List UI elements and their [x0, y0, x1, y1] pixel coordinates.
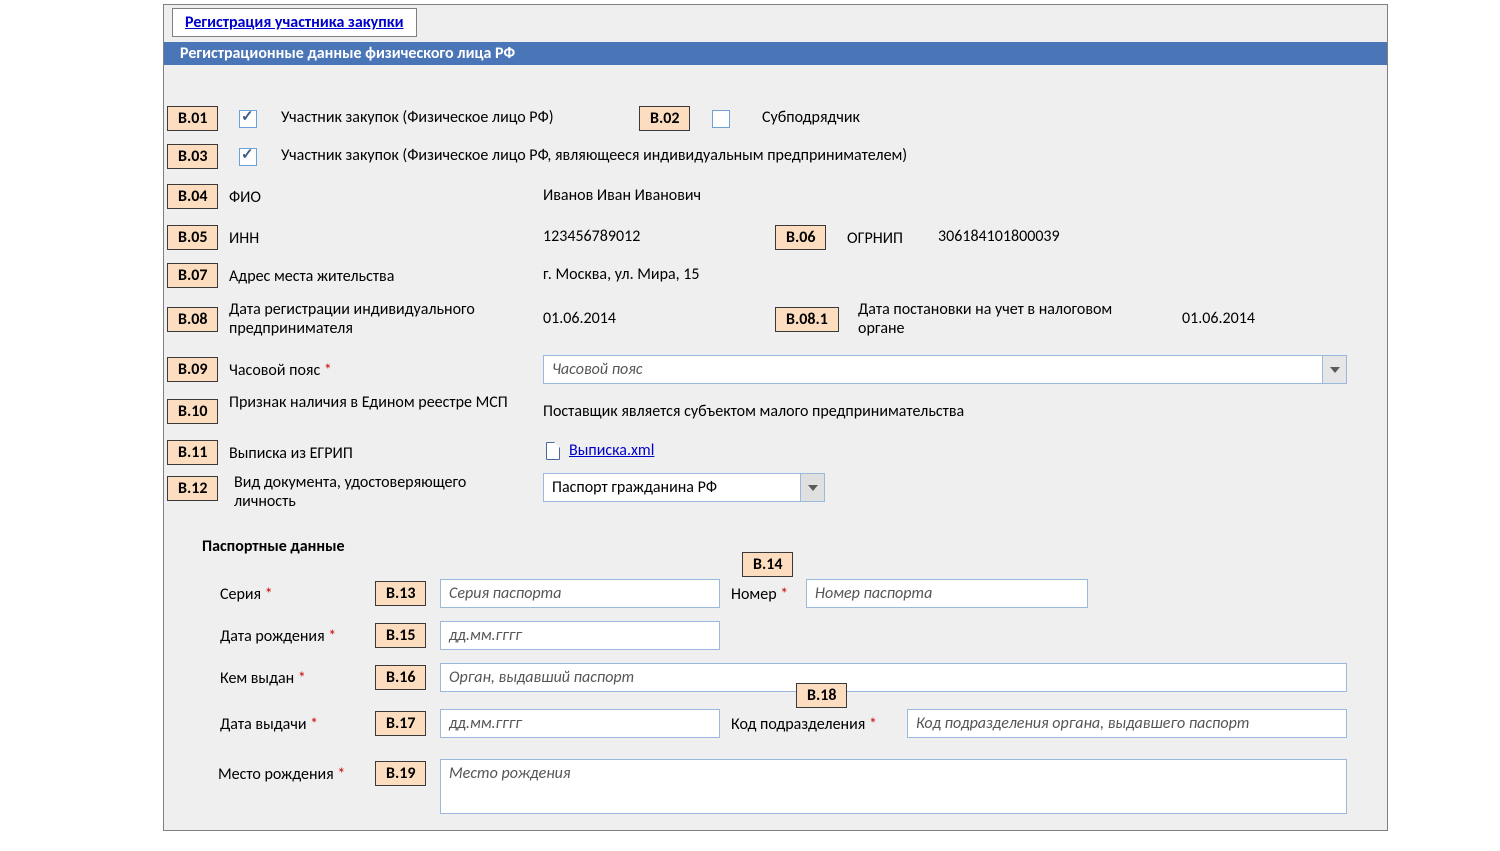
badge-b18: B.18 — [796, 683, 847, 708]
badge-b08: B.08 — [167, 307, 218, 332]
badge-b19: B.19 — [375, 761, 426, 786]
tab-registration[interactable]: Регистрация участника закупки — [172, 8, 417, 37]
chevron-down-icon — [1322, 356, 1346, 383]
label-msp: Признак наличия в Едином реестре МСП — [229, 393, 509, 412]
badge-b06: B.06 — [775, 225, 826, 250]
value-msp: Поставщик является субъектом малого пред… — [543, 402, 964, 421]
badge-b16: B.16 — [375, 665, 426, 690]
badge-b11: B.11 — [167, 440, 218, 465]
input-dept-code[interactable]: Код подразделения органа, выдавшего пасп… — [907, 709, 1347, 738]
value-tax-reg-date: 01.06.2014 — [1182, 309, 1255, 328]
badge-b03: B.03 — [167, 144, 218, 169]
label-timezone: Часовой пояс * — [229, 361, 332, 380]
select-doc-type[interactable]: Паспорт гражданина РФ — [543, 473, 825, 502]
label-number: Номер * — [731, 585, 788, 604]
badge-b17: B.17 — [375, 711, 426, 736]
doc-type-value: Паспорт гражданина РФ — [552, 478, 717, 497]
file-link[interactable]: Выписка.xml — [569, 441, 654, 460]
value-ogrnip: 306184101800039 — [938, 227, 1060, 246]
badge-b02: B.02 — [639, 106, 690, 131]
chevron-down-icon — [800, 474, 824, 501]
checkbox-participant-person[interactable] — [239, 110, 257, 128]
badge-b13: B.13 — [375, 581, 426, 606]
label-birth-place: Место рождения * — [218, 765, 345, 784]
section-title: Регистрационные данные физического лица … — [180, 44, 515, 63]
label-subcontractor: Субподрядчик — [762, 108, 860, 127]
label-birth-date: Дата рождения * — [220, 627, 336, 646]
badge-b07: B.07 — [167, 263, 218, 288]
label-inn: ИНН — [229, 229, 259, 248]
input-birth-date[interactable]: дд.мм.гггг — [440, 621, 720, 650]
input-birth-place[interactable]: Место рождения — [440, 759, 1347, 814]
checkbox-subcontractor[interactable] — [712, 110, 730, 128]
input-series[interactable]: Серия паспорта — [440, 579, 720, 608]
badge-b15: B.15 — [375, 623, 426, 648]
value-reg-date-ip: 01.06.2014 — [543, 309, 616, 328]
label-issued-by: Кем выдан * — [220, 669, 306, 688]
tab-link[interactable]: Регистрация участника закупки — [185, 13, 404, 32]
value-fio: Иванов Иван Иванович — [543, 186, 701, 205]
label-egrip: Выписка из ЕГРИП — [229, 444, 353, 463]
label-participant-person: Участник закупок (Физическое лицо РФ) — [281, 108, 554, 127]
value-address: г. Москва, ул. Мира, 15 — [543, 265, 699, 284]
label-dept-code: Код подразделения * — [731, 715, 877, 734]
checkbox-participant-ip[interactable] — [239, 148, 257, 166]
input-issue-date[interactable]: дд.мм.гггг — [440, 709, 720, 738]
label-ogrnip: ОГРНИП — [847, 229, 903, 248]
label-series: Серия * — [220, 585, 273, 604]
input-issued-by[interactable]: Орган, выдавший паспорт — [440, 663, 1347, 692]
badge-b04: B.04 — [167, 184, 218, 209]
timezone-placeholder: Часовой пояс — [552, 360, 642, 379]
label-doc-type: Вид документа, удостоверяющего личность — [234, 473, 524, 511]
badge-b01: B.01 — [167, 106, 218, 131]
badge-b09: B.09 — [167, 357, 218, 382]
label-issue-date: Дата выдачи * — [220, 715, 318, 734]
badge-b14: B.14 — [742, 552, 793, 577]
input-number[interactable]: Номер паспорта — [806, 579, 1088, 608]
section-header: Регистрационные данные физического лица … — [164, 42, 1387, 65]
badge-b12: B.12 — [167, 476, 218, 501]
badge-b05: B.05 — [167, 225, 218, 250]
label-participant-ip: Участник закупок (Физическое лицо РФ, яв… — [281, 146, 907, 165]
label-address: Адрес места жительства — [229, 267, 394, 286]
label-fio: ФИО — [229, 188, 261, 207]
label-tax-reg-date: Дата постановки на учет в налоговом орга… — [858, 300, 1158, 338]
label-reg-date-ip: Дата регистрации индивидуального предпри… — [229, 300, 519, 338]
badge-b081: B.08.1 — [775, 307, 839, 332]
value-inn: 123456789012 — [543, 227, 640, 246]
file-icon — [546, 442, 560, 460]
badge-b10: B.10 — [167, 399, 218, 424]
select-timezone[interactable]: Часовой пояс — [543, 355, 1347, 384]
heading-passport-data: Паспортные данные — [202, 537, 345, 556]
